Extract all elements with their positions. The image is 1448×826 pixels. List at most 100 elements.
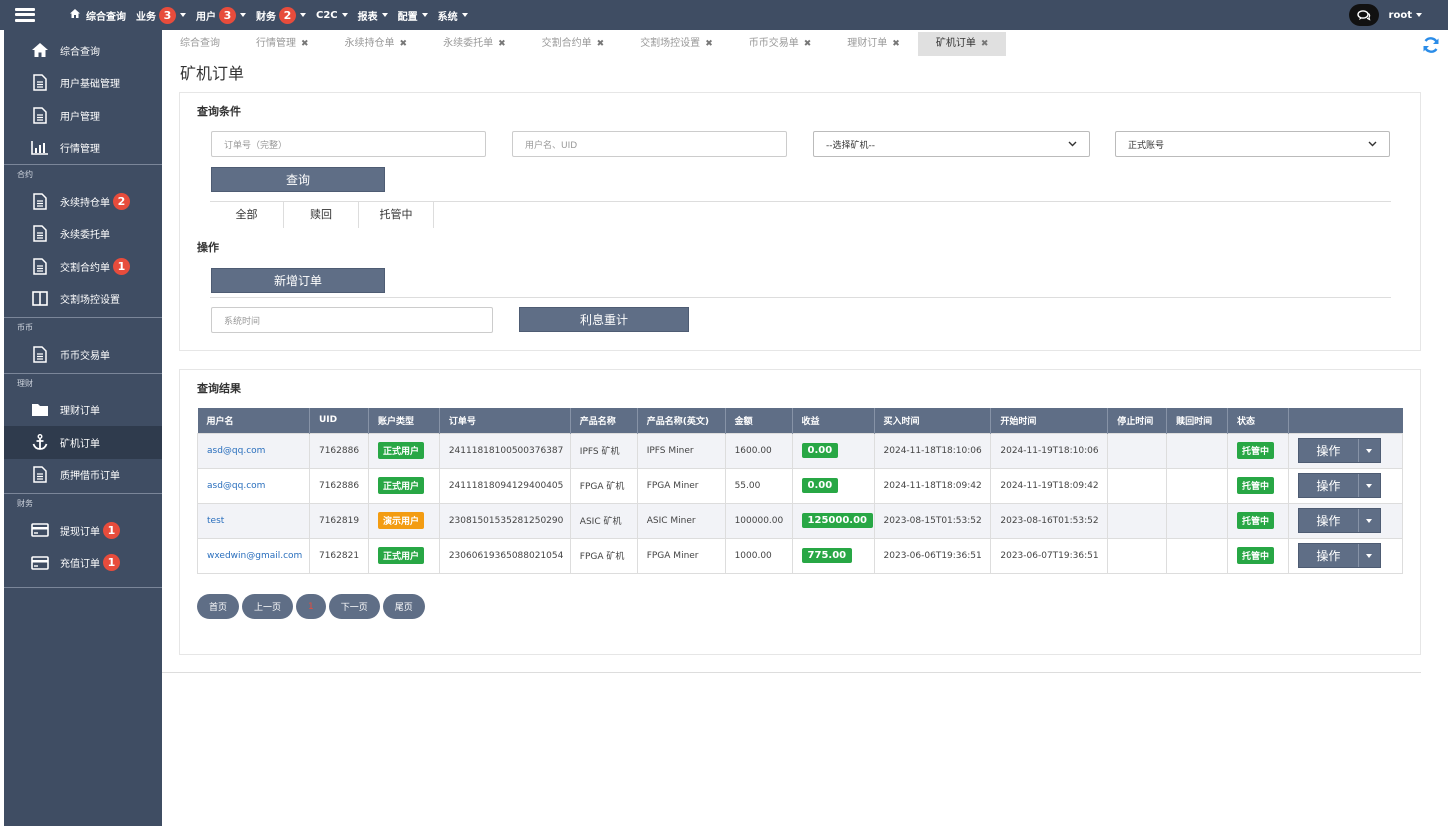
topnav-c2c[interactable]: C2C <box>316 10 348 21</box>
sidebar-item-delivery-contract[interactable]: 交割合约单 1 <box>4 250 162 283</box>
page-last-button[interactable]: 尾页 <box>382 594 425 619</box>
close-icon[interactable]: ✖ <box>498 39 506 49</box>
status-badge: 托管中 <box>1237 442 1275 459</box>
stop-time-cell <box>1107 537 1168 574</box>
credit-card-icon <box>31 521 49 539</box>
order-no-cell: 23060619365088021054 <box>438 537 571 574</box>
col-header: 产品名称 <box>570 408 638 433</box>
tab-overview[interactable]: 综合查询 <box>162 32 238 56</box>
pagination: 首页 上一页 1 下一页 尾页 <box>197 594 428 619</box>
sidebar-item-deposit-order[interactable]: 充值订单 1 <box>4 547 162 580</box>
page-first-button[interactable]: 首页 <box>197 594 240 619</box>
user-link[interactable]: wxedwin@gmail.com <box>207 551 302 561</box>
col-header: 收益 <box>792 408 875 433</box>
home-icon <box>70 9 80 21</box>
refresh-icon[interactable] <box>1422 36 1440 54</box>
chevron-down-icon[interactable] <box>1359 509 1380 532</box>
page-next-button[interactable]: 下一页 <box>328 594 380 619</box>
bar-chart-icon <box>31 139 49 157</box>
col-header: 赎回时间 <box>1166 408 1229 433</box>
add-order-button[interactable]: 新增订单 <box>211 268 385 293</box>
chevron-down-icon[interactable] <box>1359 439 1380 462</box>
query-button[interactable]: 查询 <box>211 167 385 192</box>
tab-market[interactable]: 行情管理 ✖ <box>238 32 327 56</box>
page-current-button[interactable]: 1 <box>296 594 326 619</box>
close-icon[interactable]: ✖ <box>804 39 812 49</box>
close-icon[interactable]: ✖ <box>301 39 309 49</box>
order-no-input[interactable]: 订单号（完整） <box>211 131 486 157</box>
chevron-down-icon <box>1416 13 1422 17</box>
chevron-down-icon <box>461 13 468 17</box>
topnav-config[interactable]: 配置 <box>398 8 428 23</box>
sidebar-item-coin-trade[interactable]: 币币交易单 <box>4 338 162 371</box>
sidebar-item-delivery-control[interactable]: 交割场控设置 <box>4 283 162 316</box>
sidebar-item-perp-order[interactable]: 永续委托单 <box>4 218 162 251</box>
sidebar-item-miner-order[interactable]: 矿机订单 <box>4 426 162 459</box>
menu-toggle-icon[interactable] <box>11 4 39 26</box>
sidebar-item-withdraw-order[interactable]: 提现订单 1 <box>4 514 162 547</box>
sidebar-item-pledge-order[interactable]: 质押借币订单 <box>4 459 162 492</box>
query-section-title: 查询条件 <box>197 105 241 118</box>
tab-delivery-control[interactable]: 交割场控设置 ✖ <box>622 32 731 56</box>
topnav-finance[interactable]: 财务 2 <box>256 6 306 24</box>
status-badge: 托管中 <box>1237 477 1275 494</box>
close-icon[interactable]: ✖ <box>400 39 408 49</box>
topnav-home-label: 综合查询 <box>86 11 126 23</box>
topnav-reports[interactable]: 报表 <box>358 8 388 23</box>
page-prev-button[interactable]: 上一页 <box>242 594 294 619</box>
miner-select[interactable]: --选择矿机-- <box>813 131 1090 157</box>
chevron-down-icon[interactable] <box>1359 474 1380 497</box>
order-no-cell: 24111818094129400405 <box>438 467 571 504</box>
sidebar-item-perp-position[interactable]: 永续持仓单 2 <box>4 185 162 218</box>
row-action-button[interactable]: 操作 <box>1297 508 1381 533</box>
filter-tab-redeemed[interactable]: 赎回 <box>284 202 359 228</box>
profit-badge: 775.00 <box>801 548 853 563</box>
chat-icon[interactable] <box>1348 4 1379 26</box>
page-tabs: 综合查询 行情管理 ✖ 永续持仓单 ✖ 永续委托单 ✖ 交割合约单 ✖ 交割场控设置 ✖ … <box>162 32 1007 56</box>
sidebar-item-wealth-order[interactable]: 理财订单 <box>4 394 162 427</box>
close-icon[interactable]: ✖ <box>892 39 900 49</box>
tab-perp-position[interactable]: 永续持仓单 ✖ <box>327 32 426 56</box>
recalc-interest-button[interactable]: 利息重计 <box>519 307 689 332</box>
topnav-business[interactable]: 业务 3 <box>136 6 186 24</box>
sidebar-item-user-manage[interactable]: 用户管理 <box>4 99 162 132</box>
user-search-input[interactable]: 用户名、UID <box>512 131 787 157</box>
row-action-button[interactable]: 操作 <box>1297 473 1381 498</box>
system-time-input[interactable]: 系统时间 <box>211 307 493 333</box>
product-name-en-cell: ASIC Miner <box>636 502 726 539</box>
user-menu[interactable]: root <box>1389 10 1422 21</box>
col-header: 产品名称(英文) <box>637 408 726 433</box>
topnav-system[interactable]: 系统 <box>438 8 468 23</box>
redeem-time-cell <box>1166 502 1229 539</box>
credit-card-icon <box>31 554 49 572</box>
document-icon <box>31 466 49 484</box>
tab-delivery-contract[interactable]: 交割合约单 ✖ <box>524 32 623 56</box>
status-filter-tabs: 全部 赎回 托管中 <box>210 202 434 228</box>
row-action-button[interactable]: 操作 <box>1297 438 1381 463</box>
user-link[interactable]: test <box>207 516 224 526</box>
sidebar-item-user-basic[interactable]: 用户基础管理 <box>4 67 162 100</box>
tab-miner-order[interactable]: 矿机订单 ✖ <box>917 32 1007 56</box>
stop-time-cell <box>1107 467 1168 504</box>
user-link[interactable]: asd@qq.com <box>207 446 265 456</box>
tab-wealth-order[interactable]: 理财订单 ✖ <box>829 32 918 56</box>
tab-perp-order[interactable]: 永续委托单 ✖ <box>425 32 524 56</box>
columns-icon <box>31 290 49 308</box>
sidebar-item-overview[interactable]: 综合查询 <box>4 34 162 67</box>
col-header: 用户名 <box>197 408 310 433</box>
tab-coin-trade[interactable]: 币币交易单 ✖ <box>731 32 830 56</box>
filter-tab-all[interactable]: 全部 <box>210 202 284 228</box>
topnav-home[interactable]: 综合查询 <box>70 8 126 23</box>
close-icon[interactable]: ✖ <box>981 39 989 49</box>
chevron-down-icon[interactable] <box>1359 544 1380 567</box>
close-icon[interactable]: ✖ <box>705 39 713 49</box>
sidebar-item-market[interactable]: 行情管理 <box>4 132 162 165</box>
close-icon[interactable]: ✖ <box>597 39 605 49</box>
status-badge: 托管中 <box>1237 512 1275 529</box>
topnav-users[interactable]: 用户 3 <box>196 6 246 24</box>
user-link[interactable]: asd@qq.com <box>207 481 265 491</box>
account-type-select[interactable]: 正式账号 <box>1115 131 1390 157</box>
chevron-down-icon <box>381 13 388 17</box>
row-action-button[interactable]: 操作 <box>1297 543 1381 568</box>
filter-tab-custody[interactable]: 托管中 <box>359 202 434 228</box>
